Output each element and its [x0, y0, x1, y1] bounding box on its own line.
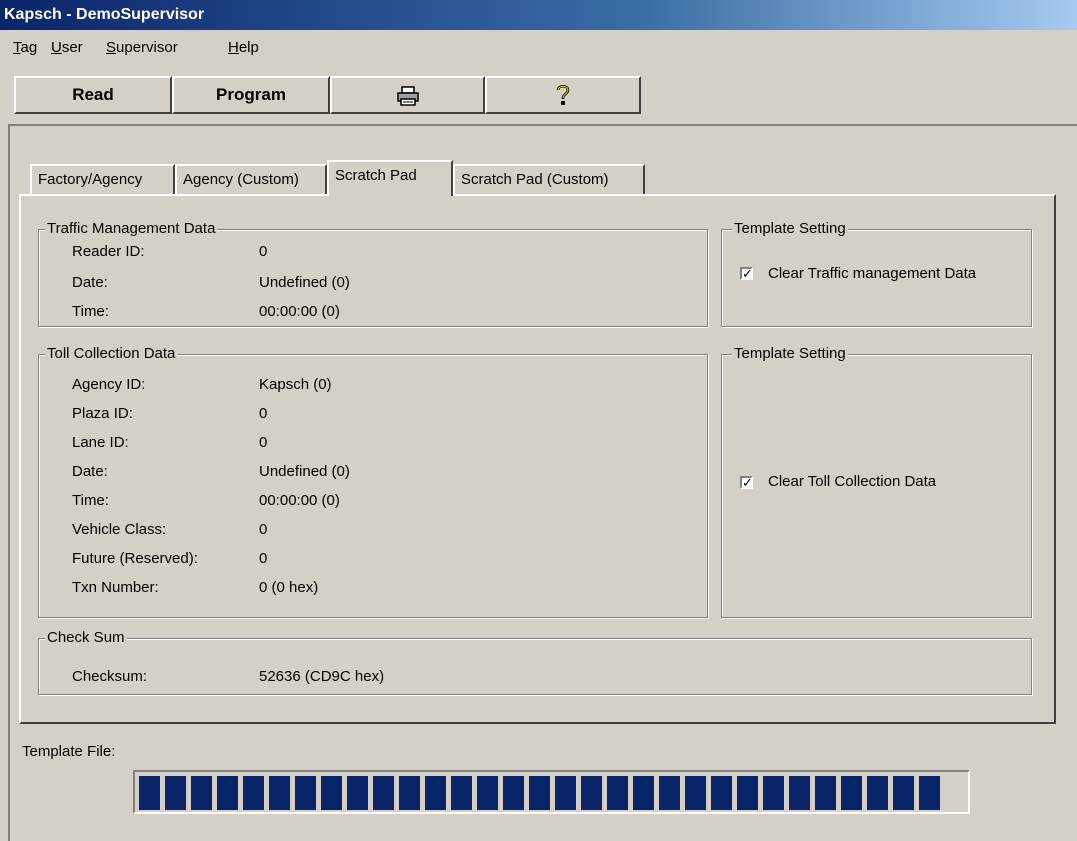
tab-scratch-pad-custom[interactable]: Scratch Pad (Custom) — [453, 164, 645, 194]
progress-segment — [399, 776, 420, 810]
progress-segment — [503, 776, 524, 810]
progress-segment — [841, 776, 862, 810]
menu-help-rest: elp — [238, 39, 259, 56]
progress-segment — [919, 776, 940, 810]
question-icon — [555, 83, 571, 119]
progress-segment — [711, 776, 732, 810]
agency-id-label: Agency ID: — [72, 376, 146, 393]
toll-collection-group: Toll Collection Data Agency ID: Kapsch (… — [38, 345, 708, 618]
progress-segment — [893, 776, 914, 810]
clear-toll-label: Clear Toll Collection Data — [768, 473, 937, 490]
txn-number-value: 0 (0 hex) — [259, 579, 319, 596]
traffic-time-value: 00:00:00 (0) — [259, 303, 340, 320]
menu-help-mnemonic: H — [228, 39, 239, 56]
menu-user[interactable]: User — [51, 36, 83, 60]
progress-segment — [867, 776, 888, 810]
progress-segment — [815, 776, 836, 810]
progress-segment — [685, 776, 706, 810]
menu-supervisor[interactable]: Supervisor — [106, 36, 178, 60]
template-setting-traffic-group: Template Setting ✓ Clear Traffic managem… — [721, 220, 1032, 327]
menu-tag-rest: ag — [20, 39, 38, 56]
print-button[interactable] — [330, 76, 485, 114]
progress-segment — [659, 776, 680, 810]
progress-segment — [581, 776, 602, 810]
progress-segment — [607, 776, 628, 810]
clear-toll-checkbox[interactable]: ✓ — [740, 476, 753, 489]
tab-scratch-pad[interactable]: Scratch Pad — [327, 160, 453, 196]
reader-id-value: 0 — [259, 243, 268, 260]
clear-traffic-checkbox[interactable]: ✓ — [740, 267, 753, 280]
progress-segment — [633, 776, 654, 810]
progress-segment — [477, 776, 498, 810]
progress-segment — [529, 776, 550, 810]
vehicle-class-label: Vehicle Class: — [72, 521, 167, 538]
progress-segment — [737, 776, 758, 810]
progress-segment — [191, 776, 212, 810]
traffic-date-label: Date: — [72, 274, 108, 291]
checksum-title: Check Sum — [45, 629, 127, 647]
template-setting-traffic-title: Template Setting — [732, 220, 848, 238]
clear-traffic-label: Clear Traffic management Data — [768, 265, 977, 282]
traffic-management-group: Traffic Management Data Reader ID: 0 Dat… — [38, 220, 708, 327]
plaza-id-value: 0 — [259, 405, 268, 422]
toll-date-label: Date: — [72, 463, 108, 480]
progress-segment — [763, 776, 784, 810]
menu-supervisor-mnemonic: S — [106, 39, 117, 56]
lane-id-label: Lane ID: — [72, 434, 129, 451]
checksum-label: Checksum: — [72, 668, 148, 685]
template-setting-toll-group: Template Setting ✓ Clear Toll Collection… — [721, 345, 1032, 618]
progress-segment — [789, 776, 810, 810]
progress-segment — [555, 776, 576, 810]
traffic-date-value: Undefined (0) — [259, 274, 350, 291]
progress-segment — [139, 776, 160, 810]
printer-icon — [396, 84, 419, 118]
progress-segment — [269, 776, 290, 810]
vehicle-class-value: 0 — [259, 521, 268, 538]
agency-id-value: Kapsch (0) — [259, 376, 332, 393]
menu-user-rest: ser — [61, 39, 83, 56]
read-button[interactable]: Read — [14, 76, 172, 114]
lane-id-value: 0 — [259, 434, 268, 451]
plaza-id-label: Plaza ID: — [72, 405, 133, 422]
progress-segment — [165, 776, 186, 810]
progress-segment — [217, 776, 238, 810]
help-button[interactable] — [485, 76, 641, 114]
progress-segment — [295, 776, 316, 810]
tab-agency-custom[interactable]: Agency (Custom) — [175, 164, 327, 194]
toll-time-label: Time: — [72, 492, 109, 509]
toll-date-value: Undefined (0) — [259, 463, 350, 480]
tab-factory-agency[interactable]: Factory/Agency — [30, 164, 175, 194]
menu-help[interactable]: Help — [228, 36, 259, 60]
template-file-label: Template File: — [22, 743, 116, 760]
checksum-group: Check Sum Checksum: 52636 (CD9C hex) — [38, 629, 1032, 695]
menu-tag[interactable]: Tag — [13, 36, 37, 60]
menu-tag-mnemonic: T — [13, 39, 21, 56]
future-reserved-label: Future (Reserved): — [72, 550, 198, 567]
checksum-value: 52636 (CD9C hex) — [259, 668, 385, 685]
menu-supervisor-rest: upervisor — [116, 39, 178, 56]
txn-number-label: Txn Number: — [72, 579, 159, 596]
menu-user-mnemonic: U — [51, 39, 62, 56]
program-button[interactable]: Program — [172, 76, 330, 114]
toll-collection-title: Toll Collection Data — [45, 345, 178, 363]
progress-segment — [243, 776, 264, 810]
future-reserved-value: 0 — [259, 550, 268, 567]
progress-segment — [373, 776, 394, 810]
template-file-progress-bar — [133, 770, 970, 814]
progress-segment — [425, 776, 446, 810]
progress-segment — [451, 776, 472, 810]
traffic-management-title: Traffic Management Data — [45, 220, 218, 238]
window-title: Kapsch - DemoSupervisor — [0, 0, 1077, 30]
reader-id-label: Reader ID: — [72, 243, 145, 260]
progress-segment — [321, 776, 342, 810]
traffic-time-label: Time: — [72, 303, 109, 320]
toll-time-value: 00:00:00 (0) — [259, 492, 340, 509]
template-setting-toll-title: Template Setting — [732, 345, 848, 363]
progress-segment — [347, 776, 368, 810]
